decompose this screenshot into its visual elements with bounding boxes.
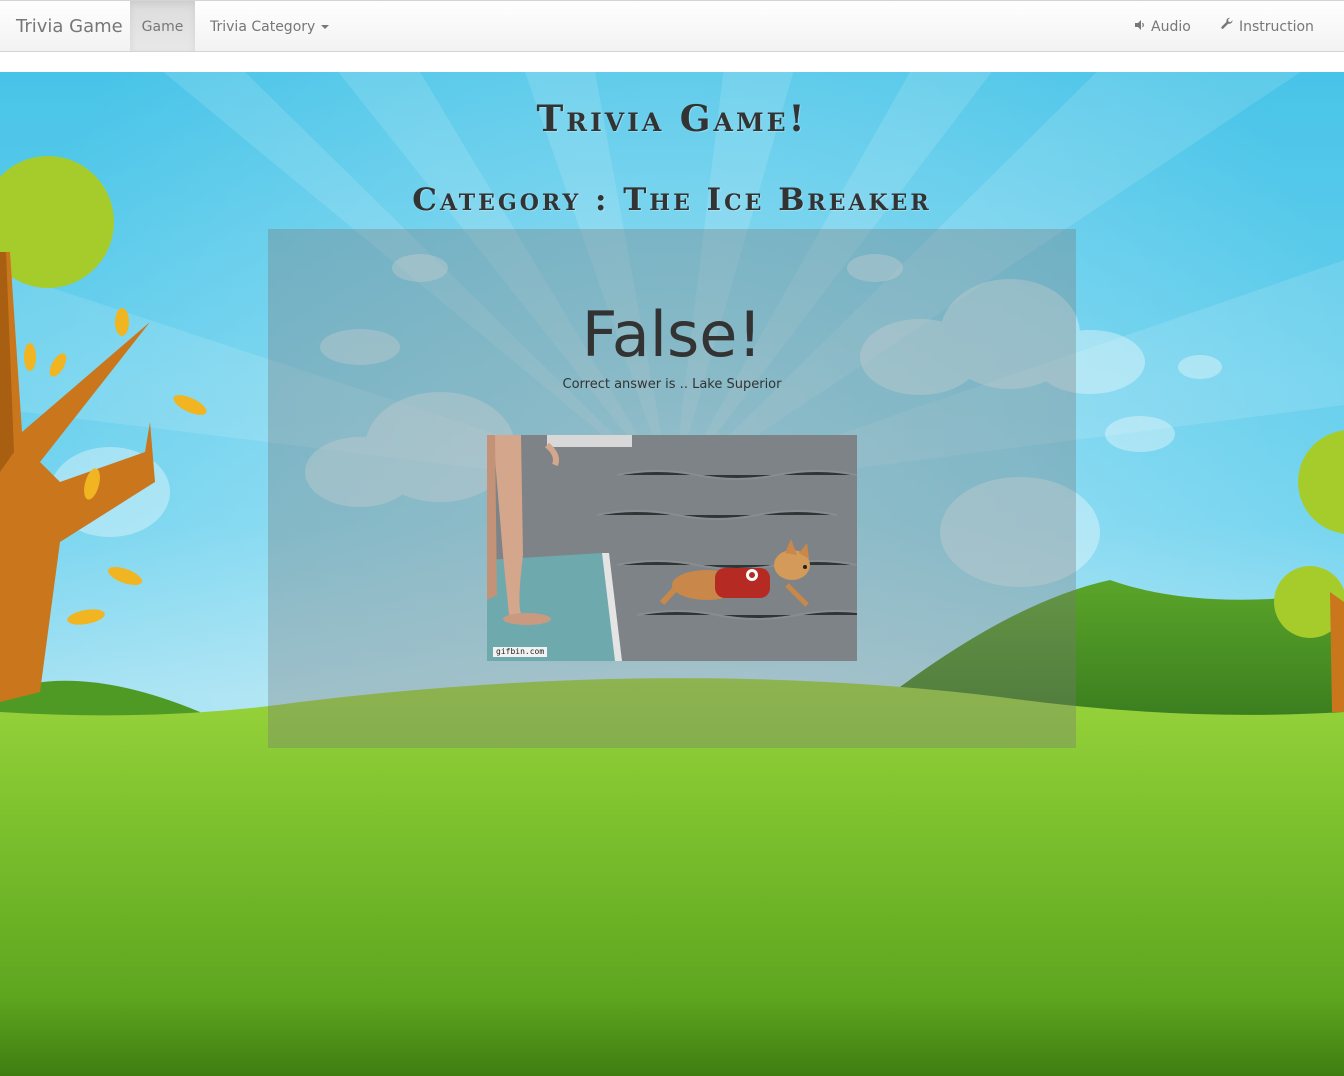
nav-instruction[interactable]: Instruction (1220, 1, 1314, 51)
nav-instruction-label: Instruction (1239, 19, 1314, 35)
nav-category-label: Trivia Category (210, 19, 316, 35)
correct-answer-text: Correct answer is .. Lake Superior (562, 377, 782, 392)
result-gif-image: gifbin.com (487, 435, 857, 661)
brand-link[interactable]: Trivia Game (16, 1, 123, 51)
volume-icon (1134, 1, 1146, 53)
category-title: Category : The Ice Breaker (412, 182, 932, 218)
result-panel: False! Correct answer is .. Lake Superio… (268, 229, 1076, 748)
page-title: Trivia Game! (536, 98, 808, 140)
nav-trivia-category-dropdown[interactable]: Trivia Category (210, 1, 330, 51)
result-verdict: False! (581, 298, 763, 371)
navbar: Trivia Game Game Trivia Category Audio I… (0, 0, 1344, 52)
gif-watermark: gifbin.com (493, 647, 548, 657)
game-scene: Trivia Game! Category : The Ice Breaker … (0, 72, 1344, 1076)
nav-game-label: Game (141, 19, 184, 35)
nav-audio-label: Audio (1151, 19, 1191, 35)
nav-audio[interactable]: Audio (1134, 1, 1191, 51)
caret-down-icon (321, 25, 330, 29)
nav-game[interactable]: Game (130, 1, 195, 51)
wrench-icon (1220, 1, 1234, 53)
